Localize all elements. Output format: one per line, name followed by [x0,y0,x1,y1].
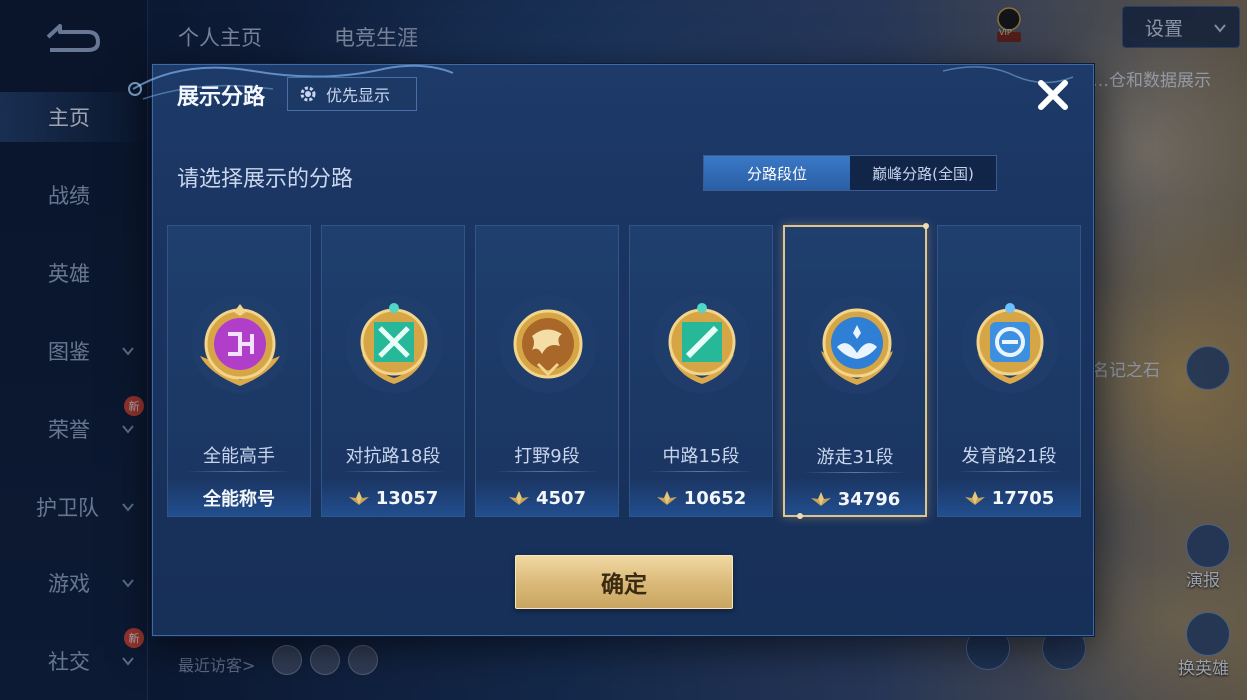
modal-title: 展示分路 [177,85,266,110]
lane-score: 全能称号 [168,481,310,515]
rank-point-icon [656,491,677,505]
lane-card-selected[interactable]: 游走31段 34796 [783,223,929,519]
lane-score: 13057 [322,481,464,515]
lane-name: 发育路21段 [961,446,1057,467]
golden-dragon-emblem-icon [499,295,597,393]
lane-score-value: 10652 [683,487,747,509]
lane-mode-toggle: 分路段位 巅峰分路(全国) [703,155,997,191]
rank-point-icon [348,491,369,505]
lane-name: 游走31段 [816,447,894,468]
lane-score: 4507 [476,481,618,515]
tab-peak-lane-national[interactable]: 巅峰分路(全国) [850,156,996,190]
lane-score: 17705 [938,481,1080,515]
blue-wings-emblem-icon [808,296,906,394]
modal-subtitle: 请选择展示的分路 [177,167,354,192]
lane-score-value: 17705 [991,487,1055,509]
lane-card[interactable]: 中路15段 10652 [629,225,773,517]
lane-display-modal: 展示分路 优先显示 请选择展示的分路 分路段位 巅峰分路(全国) 全能高手 全能… [128,64,1094,636]
lane-name: 打野9段 [514,446,580,467]
lane-card[interactable]: 对抗路18段 13057 [321,225,465,517]
lane-name: 中路15段 [662,446,740,467]
rank-point-icon [508,491,529,505]
gear-icon [300,86,316,102]
lane-name: 对抗路18段 [345,446,441,467]
priority-display-button[interactable]: 优先显示 [287,77,417,111]
lane-name: 全能高手 [203,446,275,467]
lane-score: 10652 [630,481,772,515]
lane-score: 34796 [785,482,925,516]
priority-display-label: 优先显示 [326,86,391,105]
lane-card[interactable]: 发育路21段 17705 [937,225,1081,517]
lane-card[interactable]: 打野9段 4507 [475,225,619,517]
teal-crossed-swords-emblem-icon [345,295,443,393]
lane-score-value: 34796 [837,488,901,510]
tab-lane-rank[interactable]: 分路段位 [704,156,850,190]
confirm-button[interactable]: 确定 [515,555,733,609]
lane-score-value: 4507 [535,487,587,509]
lane-score-value: 13057 [375,487,439,509]
rank-point-icon [810,492,831,506]
lane-card[interactable]: 全能高手 全能称号 [167,225,311,517]
teal-slash-emblem-icon [653,295,751,393]
close-icon[interactable] [1033,75,1073,115]
lane-score-value: 全能称号 [203,489,275,510]
purple-knot-emblem-icon [191,295,289,393]
blue-target-emblem-icon [961,295,1059,393]
rank-point-icon [964,491,985,505]
